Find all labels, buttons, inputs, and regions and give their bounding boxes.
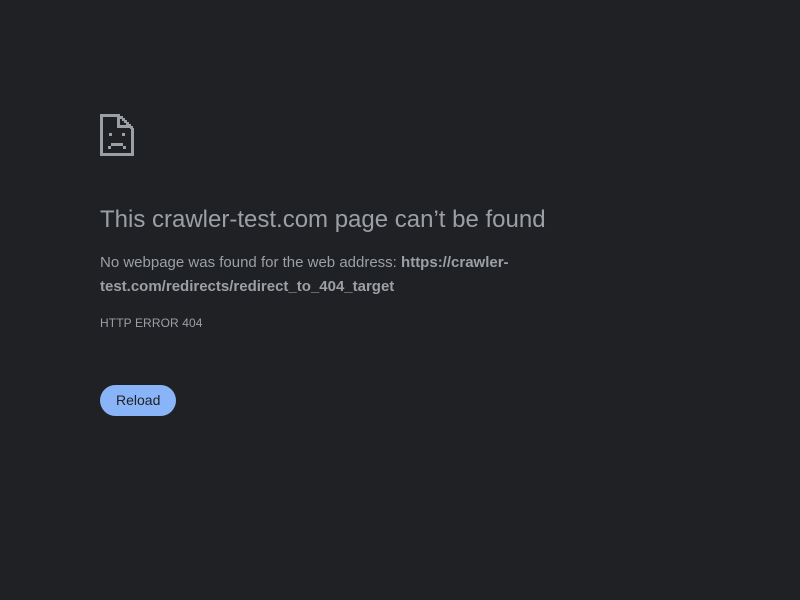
requested-url-line2: test.com/redirects/redirect_to_404_targe…	[100, 278, 395, 295]
error-page: This crawler-test.com page can’t be foun…	[0, 0, 800, 600]
requested-url-line1: https://crawler-	[401, 254, 509, 271]
page-title: This crawler-test.com page can’t be foun…	[100, 206, 546, 233]
error-summary: No webpage was found for the web address…	[100, 251, 560, 299]
reload-button[interactable]: Reload	[100, 385, 177, 416]
error-code: HTTP ERROR 404	[100, 316, 203, 330]
summary-text: No webpage was found for the web address…	[100, 254, 402, 271]
error-content: This crawler-test.com page can’t be foun…	[100, 114, 560, 416]
sad-document-icon	[100, 114, 134, 156]
